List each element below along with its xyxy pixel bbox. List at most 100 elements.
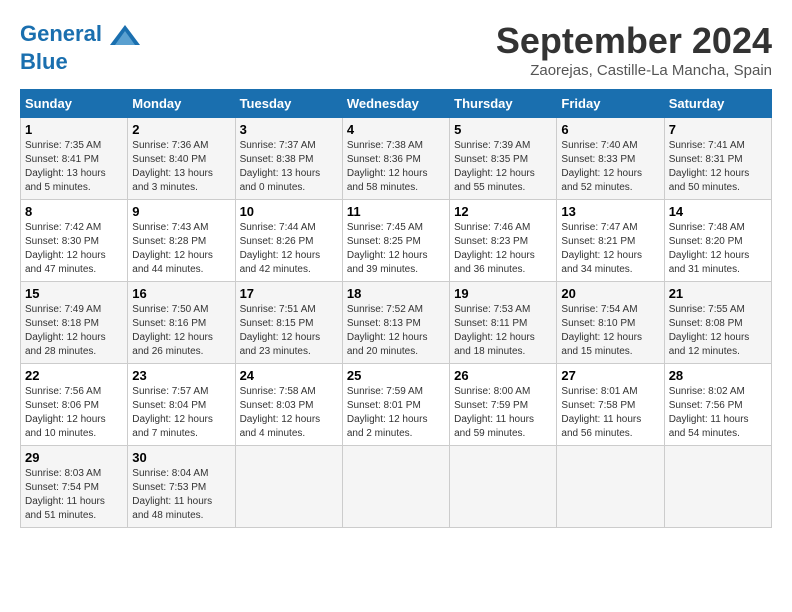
day-number: 14	[669, 204, 767, 219]
day-number: 3	[240, 122, 338, 137]
day-number: 27	[561, 368, 659, 383]
day-number: 21	[669, 286, 767, 301]
calendar-day-20: 20Sunrise: 7:54 AMSunset: 8:10 PMDayligh…	[557, 282, 664, 364]
calendar-day-8: 8Sunrise: 7:42 AMSunset: 8:30 PMDaylight…	[21, 200, 128, 282]
header-saturday: Saturday	[664, 90, 771, 118]
day-info: Sunrise: 8:04 AMSunset: 7:53 PMDaylight:…	[132, 467, 230, 523]
day-number: 17	[240, 286, 338, 301]
calendar-week-0: 1Sunrise: 7:35 AMSunset: 8:41 PMDaylight…	[21, 118, 772, 200]
day-number: 10	[240, 204, 338, 219]
day-number: 6	[561, 122, 659, 137]
calendar-day-28: 28 Sunrise: 8:02 AMSunset: 7:56 PMDayligh…	[664, 364, 771, 446]
day-info: Sunrise: 7:50 AMSunset: 8:16 PMDaylight:…	[132, 303, 230, 359]
calendar-day-5: 5 Sunrise: 7:39 AMSunset: 8:35 PMDaylight…	[450, 118, 557, 200]
day-info: Sunrise: 7:38 AMSunset: 8:36 PMDaylight:…	[347, 139, 445, 195]
calendar-day-6: 6 Sunrise: 7:40 AMSunset: 8:33 PMDaylight…	[557, 118, 664, 200]
calendar-day-11: 11 Sunrise: 7:45 AMSunset: 8:25 PMDayligh…	[342, 200, 449, 282]
day-number: 15	[25, 286, 123, 301]
day-info: Sunrise: 7:52 AMSunset: 8:13 PMDaylight:…	[347, 303, 445, 359]
header-tuesday: Tuesday	[235, 90, 342, 118]
day-number: 7	[669, 122, 767, 137]
day-number: 24	[240, 368, 338, 383]
calendar-day-21: 21Sunrise: 7:55 AMSunset: 8:08 PMDayligh…	[664, 282, 771, 364]
logo: General Blue	[20, 20, 140, 74]
calendar-day-15: 15 Sunrise: 7:49 AMSunset: 8:18 PMDayligh…	[21, 282, 128, 364]
day-number: 1	[25, 122, 123, 137]
day-info: Sunrise: 7:45 AMSunset: 8:25 PMDaylight:…	[347, 221, 445, 277]
day-info: Sunrise: 7:46 AMSunset: 8:23 PMDaylight:…	[454, 221, 552, 277]
header-thursday: Thursday	[450, 90, 557, 118]
empty-cell	[450, 446, 557, 528]
calendar-day-3: 3 Sunrise: 7:37 AMSunset: 8:38 PMDaylight…	[235, 118, 342, 200]
day-number: 4	[347, 122, 445, 137]
day-info: Sunrise: 7:56 AMSunset: 8:06 PMDaylight:…	[25, 385, 123, 441]
calendar-day-17: 17 Sunrise: 7:51 AMSunset: 8:15 PMDayligh…	[235, 282, 342, 364]
location: Zaorejas, Castille-La Mancha, Spain	[496, 62, 772, 79]
day-info: Sunrise: 7:39 AMSunset: 8:35 PMDaylight:…	[454, 139, 552, 195]
calendar-week-2: 15 Sunrise: 7:49 AMSunset: 8:18 PMDayligh…	[21, 282, 772, 364]
calendar-day-25: 25 Sunrise: 7:59 AMSunset: 8:01 PMDayligh…	[342, 364, 449, 446]
day-number: 18	[347, 286, 445, 301]
header-wednesday: Wednesday	[342, 90, 449, 118]
day-info: Sunrise: 7:49 AMSunset: 8:18 PMDaylight:…	[25, 303, 123, 359]
day-info: Sunrise: 7:59 AMSunset: 8:01 PMDaylight:…	[347, 385, 445, 441]
day-number: 12	[454, 204, 552, 219]
day-info: Sunrise: 7:40 AMSunset: 8:33 PMDaylight:…	[561, 139, 659, 195]
day-number: 16	[132, 286, 230, 301]
logo-subtext: Blue	[20, 50, 140, 74]
calendar-day-4: 4 Sunrise: 7:38 AMSunset: 8:36 PMDaylight…	[342, 118, 449, 200]
day-number: 30	[132, 450, 230, 465]
day-info: Sunrise: 8:02 AMSunset: 7:56 PMDaylight:…	[669, 385, 767, 441]
month-title: September 2024	[496, 20, 772, 62]
day-number: 13	[561, 204, 659, 219]
calendar-day-12: 12 Sunrise: 7:46 AMSunset: 8:23 PMDayligh…	[450, 200, 557, 282]
day-info: Sunrise: 7:58 AMSunset: 8:03 PMDaylight:…	[240, 385, 338, 441]
calendar-day-26: 26 Sunrise: 8:00 AMSunset: 7:59 PMDayligh…	[450, 364, 557, 446]
calendar-day-18: 18 Sunrise: 7:52 AMSunset: 8:13 PMDayligh…	[342, 282, 449, 364]
header-sunday: Sunday	[21, 90, 128, 118]
logo-text: General	[20, 20, 140, 50]
day-number: 28	[669, 368, 767, 383]
calendar-day-22: 22 Sunrise: 7:56 AMSunset: 8:06 PMDayligh…	[21, 364, 128, 446]
calendar-day-1: 1Sunrise: 7:35 AMSunset: 8:41 PMDaylight…	[21, 118, 128, 200]
day-info: Sunrise: 7:41 AMSunset: 8:31 PMDaylight:…	[669, 139, 767, 195]
calendar-week-1: 8Sunrise: 7:42 AMSunset: 8:30 PMDaylight…	[21, 200, 772, 282]
empty-cell	[235, 446, 342, 528]
day-info: Sunrise: 8:01 AMSunset: 7:58 PMDaylight:…	[561, 385, 659, 441]
day-number: 23	[132, 368, 230, 383]
day-info: Sunrise: 7:57 AMSunset: 8:04 PMDaylight:…	[132, 385, 230, 441]
day-info: Sunrise: 8:00 AMSunset: 7:59 PMDaylight:…	[454, 385, 552, 441]
title-block: September 2024 Zaorejas, Castille-La Man…	[496, 20, 772, 79]
day-number: 8	[25, 204, 123, 219]
calendar-day-13: 13 Sunrise: 7:47 AMSunset: 8:21 PMDayligh…	[557, 200, 664, 282]
header-row: SundayMondayTuesdayWednesdayThursdayFrid…	[21, 90, 772, 118]
day-info: Sunrise: 7:53 AMSunset: 8:11 PMDaylight:…	[454, 303, 552, 359]
day-number: 2	[132, 122, 230, 137]
day-number: 19	[454, 286, 552, 301]
empty-cell	[664, 446, 771, 528]
calendar-day-9: 9Sunrise: 7:43 AMSunset: 8:28 PMDaylight…	[128, 200, 235, 282]
day-number: 22	[25, 368, 123, 383]
day-info: Sunrise: 7:48 AMSunset: 8:20 PMDaylight:…	[669, 221, 767, 277]
calendar-day-10: 10 Sunrise: 7:44 AMSunset: 8:26 PMDayligh…	[235, 200, 342, 282]
calendar-day-7: 7 Sunrise: 7:41 AMSunset: 8:31 PMDaylight…	[664, 118, 771, 200]
day-info: Sunrise: 7:44 AMSunset: 8:26 PMDaylight:…	[240, 221, 338, 277]
day-info: Sunrise: 7:36 AMSunset: 8:40 PMDaylight:…	[132, 139, 230, 195]
day-number: 11	[347, 204, 445, 219]
day-info: Sunrise: 7:37 AMSunset: 8:38 PMDaylight:…	[240, 139, 338, 195]
day-number: 29	[25, 450, 123, 465]
day-number: 26	[454, 368, 552, 383]
day-number: 5	[454, 122, 552, 137]
calendar-day-16: 16 Sunrise: 7:50 AMSunset: 8:16 PMDayligh…	[128, 282, 235, 364]
calendar-day-29: 29Sunrise: 8:03 AMSunset: 7:54 PMDayligh…	[21, 446, 128, 528]
calendar-day-23: 23 Sunrise: 7:57 AMSunset: 8:04 PMDayligh…	[128, 364, 235, 446]
header-monday: Monday	[128, 90, 235, 118]
day-info: Sunrise: 7:43 AMSunset: 8:28 PMDaylight:…	[132, 221, 230, 277]
header-friday: Friday	[557, 90, 664, 118]
empty-cell	[557, 446, 664, 528]
day-info: Sunrise: 7:51 AMSunset: 8:15 PMDaylight:…	[240, 303, 338, 359]
day-info: Sunrise: 7:54 AMSunset: 8:10 PMDaylight:…	[561, 303, 659, 359]
day-info: Sunrise: 7:47 AMSunset: 8:21 PMDaylight:…	[561, 221, 659, 277]
day-number: 25	[347, 368, 445, 383]
calendar-table: SundayMondayTuesdayWednesdayThursdayFrid…	[20, 89, 772, 528]
